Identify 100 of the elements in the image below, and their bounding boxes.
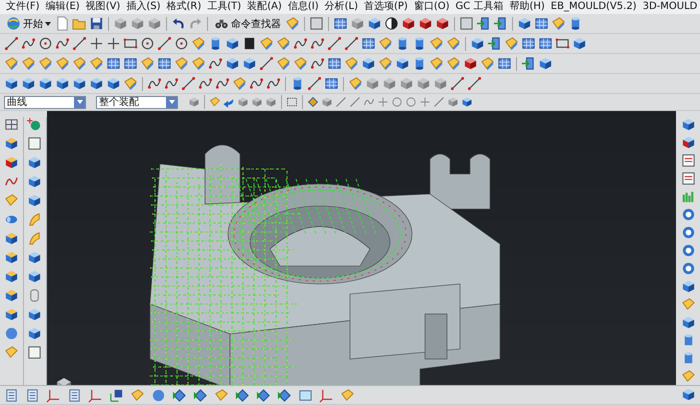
- menu-item[interactable]: 格式(R): [164, 0, 204, 14]
- cube-icon[interactable]: [367, 16, 382, 31]
- menu-item[interactable]: 窗口(O): [410, 0, 453, 14]
- box-icon[interactable]: [447, 96, 459, 108]
- curve-icon[interactable]: [208, 56, 223, 71]
- circle-icon[interactable]: [38, 36, 53, 51]
- cube-icon[interactable]: [225, 36, 240, 51]
- document-icon[interactable]: [55, 16, 70, 31]
- cube-icon[interactable]: [4, 269, 19, 284]
- panel-icon[interactable]: [680, 153, 696, 168]
- shaded-cube-icon[interactable]: [4, 155, 19, 170]
- surface-icon[interactable]: [340, 388, 355, 402]
- cube-icon[interactable]: [27, 193, 42, 208]
- surface-icon[interactable]: [276, 56, 291, 71]
- curve-icon[interactable]: [215, 76, 230, 91]
- surface-icon[interactable]: [344, 56, 359, 71]
- box-icon[interactable]: [130, 16, 145, 31]
- curve-icon[interactable]: [164, 76, 179, 91]
- cube-icon[interactable]: [680, 279, 696, 294]
- cube-icon[interactable]: [470, 36, 485, 51]
- surface-icon[interactable]: [214, 388, 229, 402]
- surface-icon[interactable]: [27, 231, 42, 246]
- panel-icon[interactable]: [27, 136, 42, 151]
- shaded-cube-icon[interactable]: [418, 16, 433, 31]
- surface-icon[interactable]: [4, 345, 19, 360]
- cube-icon[interactable]: [21, 76, 36, 91]
- surface-icon[interactable]: [72, 56, 87, 71]
- surface-icon[interactable]: [446, 36, 461, 51]
- box-icon[interactable]: [188, 96, 200, 108]
- surface-icon[interactable]: [680, 297, 696, 312]
- surface-icon[interactable]: [429, 56, 444, 71]
- cube-icon[interactable]: [538, 56, 553, 71]
- cube-icon[interactable]: [461, 96, 473, 108]
- surface-icon[interactable]: [27, 212, 42, 227]
- curve-icon[interactable]: [55, 36, 70, 51]
- cube-icon[interactable]: [27, 174, 42, 189]
- menu-item[interactable]: 装配(A): [244, 0, 285, 14]
- surface-icon[interactable]: [378, 56, 393, 71]
- menu-item[interactable]: 分析(L): [322, 0, 361, 14]
- surface-icon[interactable]: [4, 193, 19, 208]
- rectangle-icon[interactable]: [555, 36, 570, 51]
- circle-icon[interactable]: [140, 36, 155, 51]
- cube-icon[interactable]: [27, 250, 42, 265]
- command-finder-button[interactable]: 命令查找器: [212, 15, 283, 32]
- menu-item[interactable]: 视图(V): [82, 0, 124, 14]
- surface-icon[interactable]: [285, 16, 300, 31]
- curve-icon[interactable]: [249, 76, 264, 91]
- curve-icon[interactable]: [21, 36, 36, 51]
- plus-icon[interactable]: [89, 36, 104, 51]
- cube-icon[interactable]: [225, 56, 240, 71]
- cube-icon[interactable]: [89, 76, 104, 91]
- undo-icon[interactable]: [171, 16, 186, 31]
- curve-icon[interactable]: [198, 76, 213, 91]
- start-button[interactable]: 开始: [4, 15, 53, 32]
- surface-icon[interactable]: [21, 56, 36, 71]
- menu-item[interactable]: GC 工具箱: [452, 0, 506, 14]
- cube-icon[interactable]: [242, 56, 257, 71]
- surface-icon[interactable]: [680, 369, 696, 384]
- cube-icon[interactable]: [27, 269, 42, 284]
- cube-icon[interactable]: [55, 76, 70, 91]
- cube-icon[interactable]: [572, 36, 587, 51]
- surface-icon[interactable]: [4, 56, 19, 71]
- cube-icon[interactable]: [106, 76, 121, 91]
- cube-icon[interactable]: [395, 56, 410, 71]
- cube-icon[interactable]: [4, 231, 19, 246]
- box-icon[interactable]: [416, 76, 431, 91]
- cube-icon[interactable]: [72, 76, 87, 91]
- shaded-cube-icon[interactable]: [463, 56, 478, 71]
- cube-icon[interactable]: [4, 250, 19, 265]
- menu-item[interactable]: 工具(T): [204, 0, 244, 14]
- box-icon[interactable]: [113, 16, 128, 31]
- curve-icon[interactable]: [293, 36, 308, 51]
- surface-icon[interactable]: [378, 36, 393, 51]
- rectangle-icon[interactable]: [123, 36, 138, 51]
- panel-icon[interactable]: [27, 345, 42, 360]
- menu-item[interactable]: 插入(S): [123, 0, 164, 14]
- surface-icon[interactable]: [140, 56, 155, 71]
- box-icon[interactable]: [251, 96, 263, 108]
- cube-icon[interactable]: [4, 307, 19, 322]
- cube-icon[interactable]: [27, 307, 42, 322]
- box-icon[interactable]: [265, 96, 277, 108]
- surface-icon[interactable]: [55, 56, 70, 71]
- menu-item[interactable]: EB_MOULD(V5.2): [548, 0, 640, 14]
- surface-icon[interactable]: [123, 76, 138, 91]
- menu-item[interactable]: 文件(F): [3, 0, 43, 14]
- surface-icon[interactable]: [174, 56, 189, 71]
- shaded-cube-icon[interactable]: [680, 135, 696, 150]
- surface-icon[interactable]: [504, 36, 519, 51]
- shaded-cube-icon[interactable]: [435, 16, 450, 31]
- surface-icon[interactable]: [130, 388, 145, 402]
- box-icon[interactable]: [350, 16, 365, 31]
- curve-icon[interactable]: [363, 96, 375, 108]
- cube-icon[interactable]: [680, 117, 696, 132]
- rectangle-icon[interactable]: [286, 96, 298, 108]
- circle-icon[interactable]: [174, 36, 189, 51]
- panel-icon[interactable]: [309, 16, 324, 31]
- cube-icon[interactable]: [361, 56, 376, 71]
- panel-icon[interactable]: [298, 388, 313, 402]
- curve-icon[interactable]: [310, 56, 325, 71]
- surface-icon[interactable]: [348, 76, 363, 91]
